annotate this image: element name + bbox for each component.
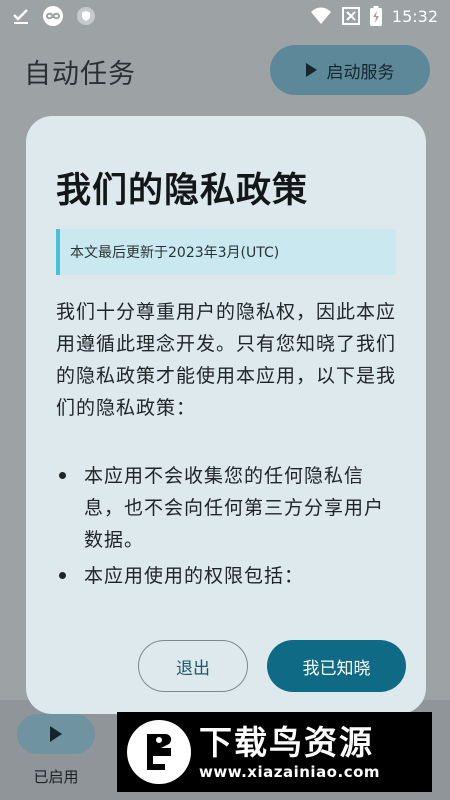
battery-charging-icon	[369, 6, 382, 26]
bird-logo-icon	[127, 720, 191, 784]
shield-app-icon	[76, 6, 96, 26]
status-bar: 15:32	[0, 0, 450, 32]
status-left-icons	[12, 5, 96, 27]
play-icon	[305, 63, 317, 77]
start-service-button[interactable]: 启动服务	[270, 45, 430, 95]
dialog-title: 我们的隐私政策	[56, 171, 309, 211]
status-time: 15:32	[391, 6, 438, 26]
privacy-dialog: 我们的隐私政策 本文最后更新于2023年3月(UTC) 我们十分尊重用户的隐私权…	[26, 116, 426, 714]
watermark-url: www.xiazainiao.com	[199, 763, 381, 781]
start-service-label: 启动服务	[326, 62, 395, 83]
updated-notice-text: 本文最后更新于2023年3月(UTC)	[70, 245, 280, 261]
nav-item-label: 已启用	[33, 768, 79, 786]
dialog-body-text: 我们十分尊重用户的隐私权，因此本应用遵循此理念开发。只有您知晓了我们的隐私政策才…	[56, 301, 397, 419]
play-icon	[50, 726, 62, 742]
policy-bullet: 本应用不会收集您的任何隐私信息，也不会向任何第三方分享用户数据。	[56, 460, 398, 556]
app-title: 自动任务	[24, 59, 136, 90]
updated-notice: 本文最后更新于2023年3月(UTC)	[56, 229, 396, 275]
nav-item-enabled[interactable]: 已启用	[16, 714, 96, 794]
acknowledge-button[interactable]: 我已知晓	[267, 640, 406, 692]
status-right-icons: 15:32	[310, 6, 438, 26]
policy-bullet-list: 本应用不会收集您的任何隐私信息，也不会向任何第三方分享用户数据。 本应用使用的权…	[56, 460, 398, 596]
infinity-app-icon	[42, 5, 64, 27]
exit-button[interactable]: 退出	[138, 640, 248, 692]
policy-bullet: 本应用使用的权限包括：	[56, 560, 398, 592]
no-sim-icon	[341, 7, 360, 25]
nav-item-indicator	[17, 714, 95, 754]
watermark-text: 下载鸟资源 www.xiazainiao.com	[199, 723, 380, 781]
wifi-icon	[310, 7, 332, 25]
watermark-name: 下载鸟资源	[199, 723, 374, 762]
watermark-banner: 下载鸟资源 www.xiazainiao.com	[117, 712, 432, 792]
check-download-icon	[12, 7, 30, 25]
